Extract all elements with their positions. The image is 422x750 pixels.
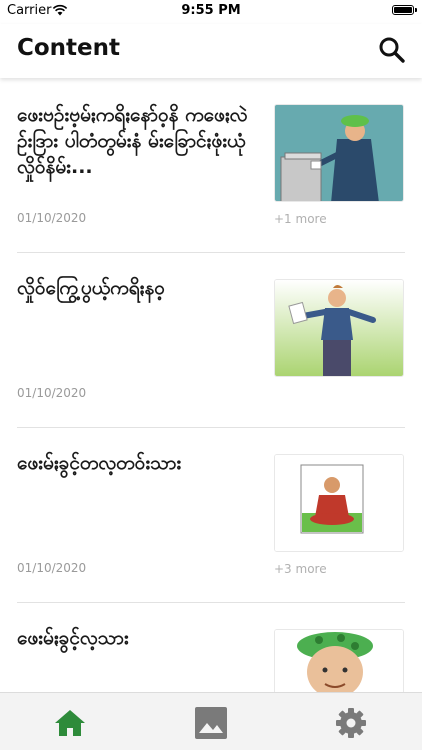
image-icon — [195, 707, 227, 739]
item-date: 01/10/2020 — [17, 561, 87, 575]
content-list: ဖေးဗဥ်းဗ့မ်ႏကရိႏနော်ဝ့နိ ကဖေႏလဲဥ်းဒြား ပ… — [0, 78, 422, 692]
battery-icon — [392, 5, 417, 15]
item-title: ဖေးမ်ႏခွင့်လ့သား — [17, 627, 129, 649]
search-button[interactable] — [374, 32, 410, 68]
tab-gallery[interactable] — [193, 705, 229, 741]
illustration-man-green-hat — [275, 630, 403, 692]
more-images-label: +3 more — [274, 562, 327, 576]
tab-home[interactable] — [52, 705, 88, 741]
status-time: 9:55 PM — [181, 3, 241, 18]
item-thumbnail[interactable] — [274, 279, 404, 377]
home-icon — [55, 710, 85, 736]
tab-bar — [0, 692, 422, 750]
illustration-voting — [275, 105, 403, 201]
list-item[interactable]: ဖေးမ်ႏခွင့်တလ့တဝ်းသား 01/10/2020 +3 more — [0, 428, 422, 603]
tab-settings[interactable] — [333, 705, 369, 741]
item-title: လှိုဝ်ကြွေ့ပွယ့်ကရိႏနဝ့ — [17, 277, 165, 299]
item-thumbnail[interactable] — [274, 104, 404, 202]
list-item[interactable]: ဖေးမ်ႏခွင့်လ့သား — [0, 603, 422, 692]
item-title: ဖေးဗဥ်းဗ့မ်ႏကရိႏနော်ဝ့နိ ကဖေႏလဲဥ်းဒြား ပ… — [17, 104, 248, 178]
illustration-monk — [275, 455, 403, 551]
app-bar: Content — [0, 24, 422, 78]
list-item[interactable]: ဖေးဗဥ်းဗ့မ်ႏကရိႏနော်ဝ့နိ ကဖေႏလဲဥ်းဒြား ပ… — [0, 78, 422, 253]
item-thumbnail[interactable] — [274, 629, 404, 692]
more-images-label: +1 more — [274, 212, 327, 226]
search-icon — [379, 37, 405, 63]
illustration-man-paper — [275, 280, 403, 376]
status-bar: Carrier 9:55 PM — [0, 0, 422, 24]
gear-icon — [336, 708, 366, 738]
page-title: Content — [17, 35, 121, 61]
list-item[interactable]: လှိုဝ်ကြွေ့ပွယ့်ကရိႏနဝ့ 01/10/2020 — [0, 253, 422, 428]
item-date: 01/10/2020 — [17, 211, 87, 225]
item-title: ဖေးမ်ႏခွင့်တလ့တဝ်းသား — [17, 452, 182, 474]
item-thumbnail[interactable] — [274, 454, 404, 552]
item-date: 01/10/2020 — [17, 386, 87, 400]
